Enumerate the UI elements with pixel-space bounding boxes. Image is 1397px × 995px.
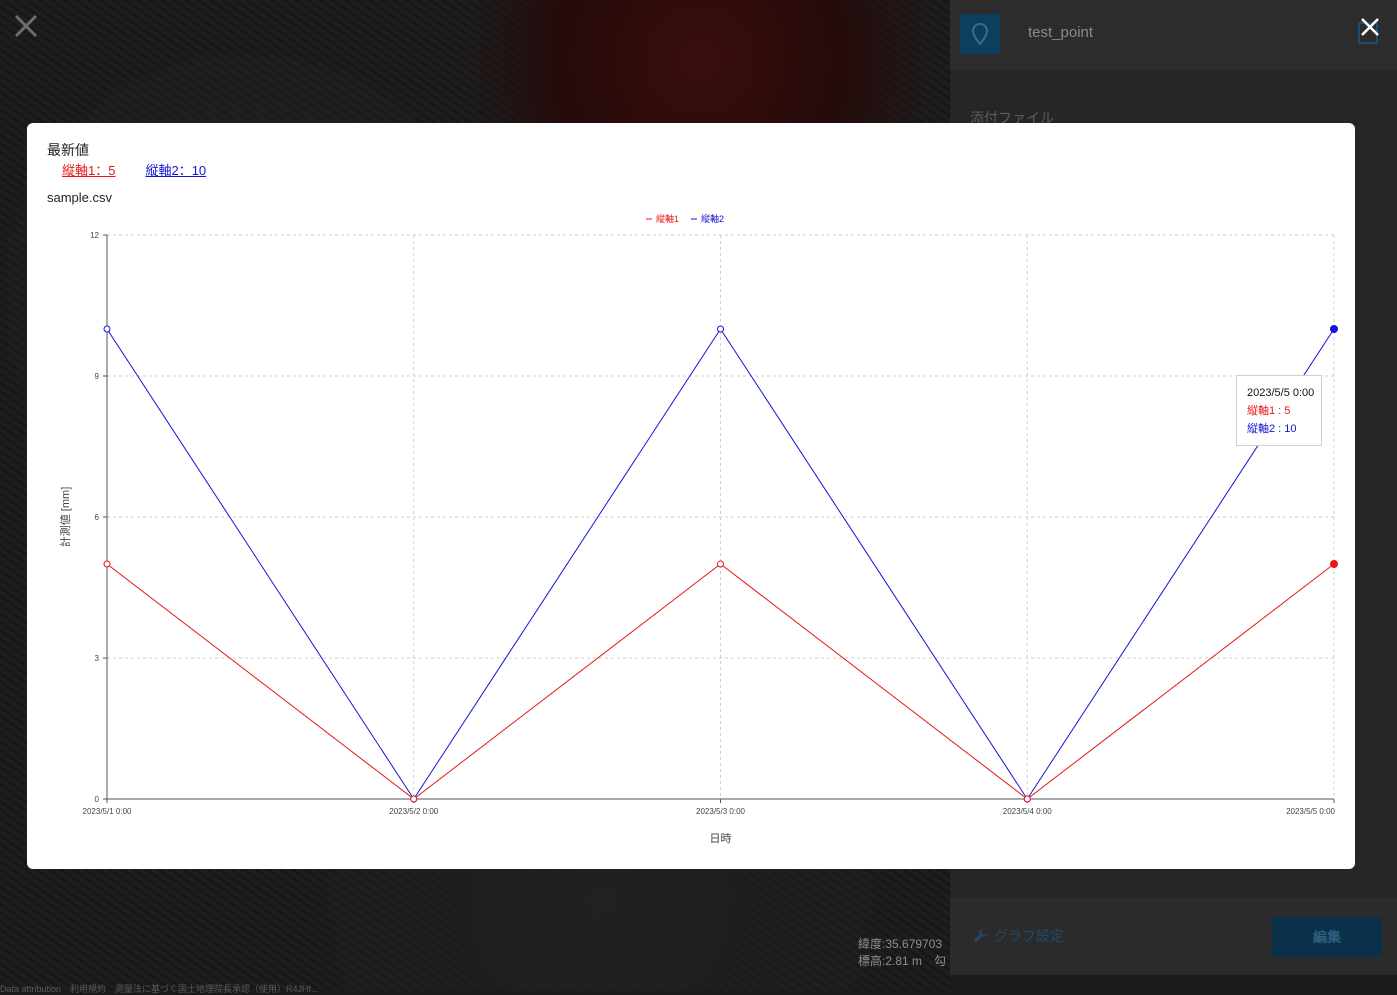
close-icon	[1361, 18, 1379, 36]
data-point[interactable]	[1023, 795, 1031, 803]
data-point[interactable]	[103, 560, 111, 568]
data-point[interactable]	[410, 795, 418, 803]
y-tick-label: 6	[95, 513, 100, 522]
x-tick-label: 2023/5/1 0:00	[83, 807, 132, 816]
point-marker-badge	[960, 14, 1000, 54]
x-axis-label: 日時	[710, 832, 732, 845]
y-axis-label: 計測値 [mm]	[58, 487, 72, 548]
chart-legend[interactable]: 縦軸1 縦軸2	[646, 213, 724, 224]
data-point[interactable]	[1330, 325, 1338, 333]
map-layer-toggle-button[interactable]	[6, 6, 46, 46]
tooltip-date: 2023/5/5 0:00	[1247, 387, 1315, 399]
tooltip-series2-value: 縦軸2 : 10	[1247, 423, 1297, 435]
wrench-icon	[973, 929, 987, 943]
map-attribution[interactable]: Data attribution 利用規約 測量法に基づく国土地理院長承認（使用…	[0, 982, 319, 995]
panel-header: test_point	[950, 0, 1397, 70]
elevation-readout: 標高:2.81 m 勾	[858, 954, 947, 968]
panel-title: test_point	[1028, 24, 1094, 41]
chart-tooltip: 2023/5/5 0:00 縦軸1 : 5 縦軸2 : 10	[1236, 375, 1322, 446]
data-point[interactable]	[103, 325, 111, 333]
data-point[interactable]	[1330, 560, 1338, 568]
legend-label[interactable]: 縦軸1	[656, 213, 679, 224]
y-tick-label: 12	[90, 231, 99, 240]
panel-footer: グラフ設定 編集	[950, 898, 1397, 975]
y-tick-label: 3	[95, 654, 100, 663]
crossed-tools-icon	[14, 14, 38, 38]
x-tick-label: 2023/5/4 0:00	[1003, 807, 1052, 816]
x-tick-label: 2023/5/5 0:00	[1286, 807, 1335, 816]
close-modal-button[interactable]	[1357, 14, 1383, 40]
x-tick-label: 2023/5/3 0:00	[696, 807, 745, 816]
line-chart[interactable]: 036912 2023/5/1 0:00 2023/5/2 0:00 2023/5/…	[27, 123, 1355, 869]
edit-button[interactable]: 編集	[1272, 917, 1382, 957]
map-coordinate-readout: 緯度:35.679703 標高:2.81 m 勾	[858, 936, 946, 970]
x-tick-labels: 2023/5/1 0:00 2023/5/2 0:00 2023/5/3 0:00 2…	[83, 799, 1336, 816]
legend-label[interactable]: 縦軸2	[701, 213, 724, 224]
chart-series	[103, 325, 1338, 803]
map-pin-icon	[971, 22, 989, 46]
y-tick-label: 9	[95, 372, 100, 381]
data-point[interactable]	[717, 560, 724, 568]
tooltip-series1-value: 縦軸1 : 5	[1247, 405, 1291, 417]
chart-grid	[107, 234, 1335, 799]
y-tick-labels: 0 3 6 9 12	[90, 231, 107, 804]
graph-settings-button[interactable]: グラフ設定	[972, 926, 1064, 946]
graph-modal: 最新値 縦軸1：5 縦軸2：10 sample.csv 0 3 6 9 12 2023/…	[27, 123, 1355, 869]
x-tick-label: 2023/5/2 0:00	[389, 807, 438, 816]
data-point[interactable]	[717, 325, 724, 333]
y-tick-label: 0	[95, 795, 100, 804]
graph-settings-label: グラフ設定	[994, 928, 1064, 944]
latitude-readout: 緯度:35.679703	[858, 937, 943, 951]
